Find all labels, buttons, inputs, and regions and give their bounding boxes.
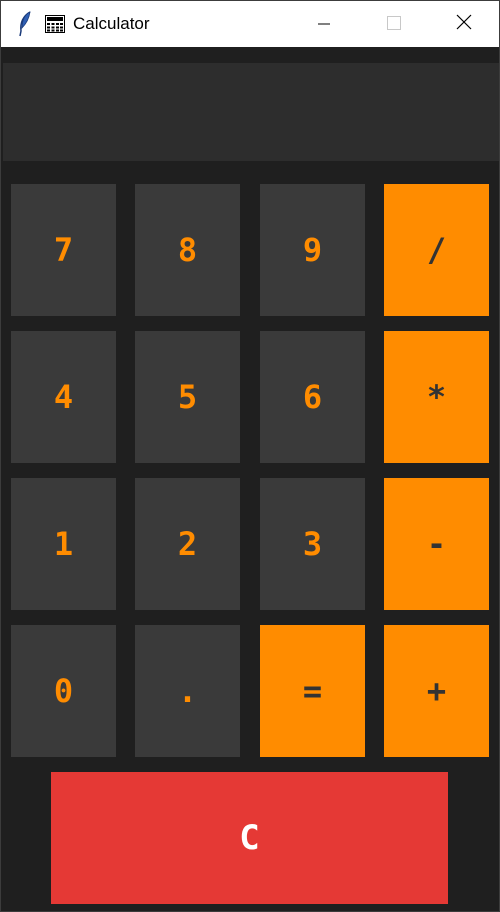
calculator-app-icon	[45, 15, 65, 33]
key-7[interactable]: 7	[11, 184, 116, 316]
key-add[interactable]: +	[384, 625, 489, 757]
close-icon	[456, 14, 472, 34]
minimize-button[interactable]	[289, 1, 359, 47]
key-multiply[interactable]: *	[384, 331, 489, 463]
key-4[interactable]: 4	[11, 331, 116, 463]
maximize-icon	[387, 15, 401, 34]
calculator-display	[3, 63, 499, 161]
display-border	[1, 47, 499, 63]
calculator-window: Calculator 7 8 9 / 4 5 6 * 1 2 3 - 0 . =…	[0, 0, 500, 912]
key-8[interactable]: 8	[135, 184, 240, 316]
key-0[interactable]: 0	[11, 625, 116, 757]
key-subtract[interactable]: -	[384, 478, 489, 610]
key-9[interactable]: 9	[260, 184, 365, 316]
title-bar: Calculator	[1, 1, 499, 47]
key-5[interactable]: 5	[135, 331, 240, 463]
key-decimal[interactable]: .	[135, 625, 240, 757]
maximize-button[interactable]	[359, 1, 429, 47]
key-divide[interactable]: /	[384, 184, 489, 316]
key-2[interactable]: 2	[135, 478, 240, 610]
key-1[interactable]: 1	[11, 478, 116, 610]
key-6[interactable]: 6	[260, 331, 365, 463]
window-title: Calculator	[73, 14, 150, 33]
minimize-icon	[318, 15, 330, 34]
key-equals[interactable]: =	[260, 625, 365, 757]
clear-button[interactable]: C	[51, 772, 448, 904]
feather-icon	[17, 11, 33, 37]
key-3[interactable]: 3	[260, 478, 365, 610]
close-button[interactable]	[429, 1, 499, 47]
